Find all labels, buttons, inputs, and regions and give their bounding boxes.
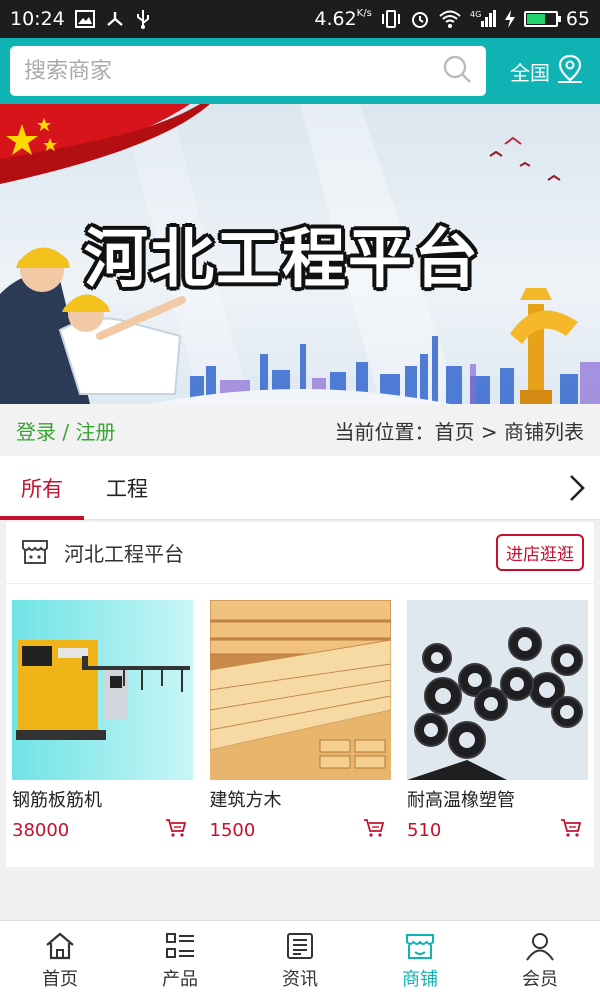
store-icon xyxy=(406,933,434,959)
chevron-right-icon xyxy=(570,474,585,501)
battery-icon xyxy=(523,11,561,27)
list-icon xyxy=(166,932,194,958)
breadcrumb: 当前位置：首页 > 商铺列表 xyxy=(335,416,584,445)
breadcrumb-arrow: > xyxy=(480,419,498,444)
product-name: 建筑方木 xyxy=(209,790,282,811)
product-name: 耐高温橡塑管 xyxy=(407,790,515,811)
nav-news[interactable]: 资讯 xyxy=(240,921,360,1000)
cart-icon[interactable] xyxy=(363,818,385,842)
product-name: 钢筋板筋机 xyxy=(12,790,102,811)
category-tabs: 所有 工程 xyxy=(0,456,600,520)
tab-all[interactable]: 所有 xyxy=(0,456,84,520)
region-label: 全国 xyxy=(510,60,550,85)
search-icon[interactable] xyxy=(442,54,472,88)
register-link[interactable]: 注册 xyxy=(75,420,115,444)
login-link[interactable]: 登录 xyxy=(16,420,56,444)
nav-member[interactable]: 会员 xyxy=(480,921,600,1000)
battery-level xyxy=(526,14,545,24)
nav-home[interactable]: 首页 xyxy=(0,921,120,1000)
cart-icon[interactable] xyxy=(165,818,187,842)
banner-title: 河北工程平台 xyxy=(84,223,480,297)
auth-separator: / xyxy=(62,419,70,444)
home-icon xyxy=(46,932,74,959)
tab-engineering[interactable]: 工程 xyxy=(84,456,170,520)
tabs-more-button[interactable] xyxy=(554,456,600,520)
wifi-icon xyxy=(438,9,462,29)
visit-store-button[interactable]: 进店逛逛 xyxy=(496,534,584,571)
signal-icon: 4G xyxy=(470,9,496,29)
nav-store[interactable]: 商铺 xyxy=(360,921,480,1000)
nav-products[interactable]: 产品 xyxy=(120,921,240,1000)
product-item[interactable]: 钢筋板筋机 38000 xyxy=(12,600,193,842)
nav-label: 首页 xyxy=(42,968,78,990)
share-icon xyxy=(105,9,125,29)
breadcrumb-current: 商铺列表 xyxy=(504,419,584,444)
search-input[interactable] xyxy=(24,58,442,84)
product-item[interactable]: 耐高温橡塑管 510 xyxy=(407,600,588,842)
store-icon xyxy=(20,536,50,570)
timber-image xyxy=(209,600,391,780)
usb-icon xyxy=(135,9,151,29)
news-icon xyxy=(287,932,313,959)
charging-icon xyxy=(504,9,516,29)
product-price: 38000 xyxy=(12,819,70,841)
rubber-pipe-image xyxy=(407,600,588,780)
breadcrumb-bar: 登录 / 注册 当前位置：首页 > 商铺列表 xyxy=(0,404,600,456)
location-prefix: 当前位置： xyxy=(334,419,435,444)
alarm-icon xyxy=(410,9,430,29)
vibrate-icon xyxy=(380,9,402,29)
shop-name[interactable]: 河北工程平台 xyxy=(64,538,184,567)
cart-icon[interactable] xyxy=(560,818,582,842)
location-pin-icon xyxy=(556,54,584,89)
rebar-machine-image xyxy=(12,600,193,780)
battery-level: 65 xyxy=(565,8,590,30)
product-list: 钢筋板筋机 38000 建筑方木 1500 耐高温橡塑管 510 xyxy=(6,584,594,842)
shop-header: 河北工程平台 进店逛逛 xyxy=(6,522,594,584)
product-price: 510 xyxy=(407,819,442,841)
shop-card: 河北工程平台 进店逛逛 钢筋板筋机 38000 建筑方木 1500 耐高温橡塑管… xyxy=(6,522,594,867)
user-icon xyxy=(526,932,554,961)
status-time: 10:24 xyxy=(10,8,65,30)
breadcrumb-home[interactable]: 首页 xyxy=(435,420,475,444)
nav-label: 会员 xyxy=(522,968,558,990)
nav-label: 产品 xyxy=(162,968,198,990)
banner[interactable]: 河北工程平台 xyxy=(0,104,600,404)
product-price: 1500 xyxy=(209,819,256,841)
network-speed: 4.62K/s xyxy=(314,8,372,30)
region-selector[interactable]: 全国 xyxy=(510,54,590,89)
nav-label: 资讯 xyxy=(282,968,318,990)
auth-links: 登录 / 注册 xyxy=(16,416,115,445)
image-icon xyxy=(74,10,95,28)
search-header: 全国 xyxy=(0,38,600,104)
nav-label: 商铺 xyxy=(402,968,438,990)
bottom-nav: 首页 产品 资讯 商铺 会员 xyxy=(0,920,600,1000)
product-item[interactable]: 建筑方木 1500 xyxy=(209,600,391,842)
status-bar: 10:24 4.62K/s 4G 65 xyxy=(0,0,600,38)
search-box[interactable] xyxy=(10,46,486,96)
network-type: 4G xyxy=(470,10,481,19)
